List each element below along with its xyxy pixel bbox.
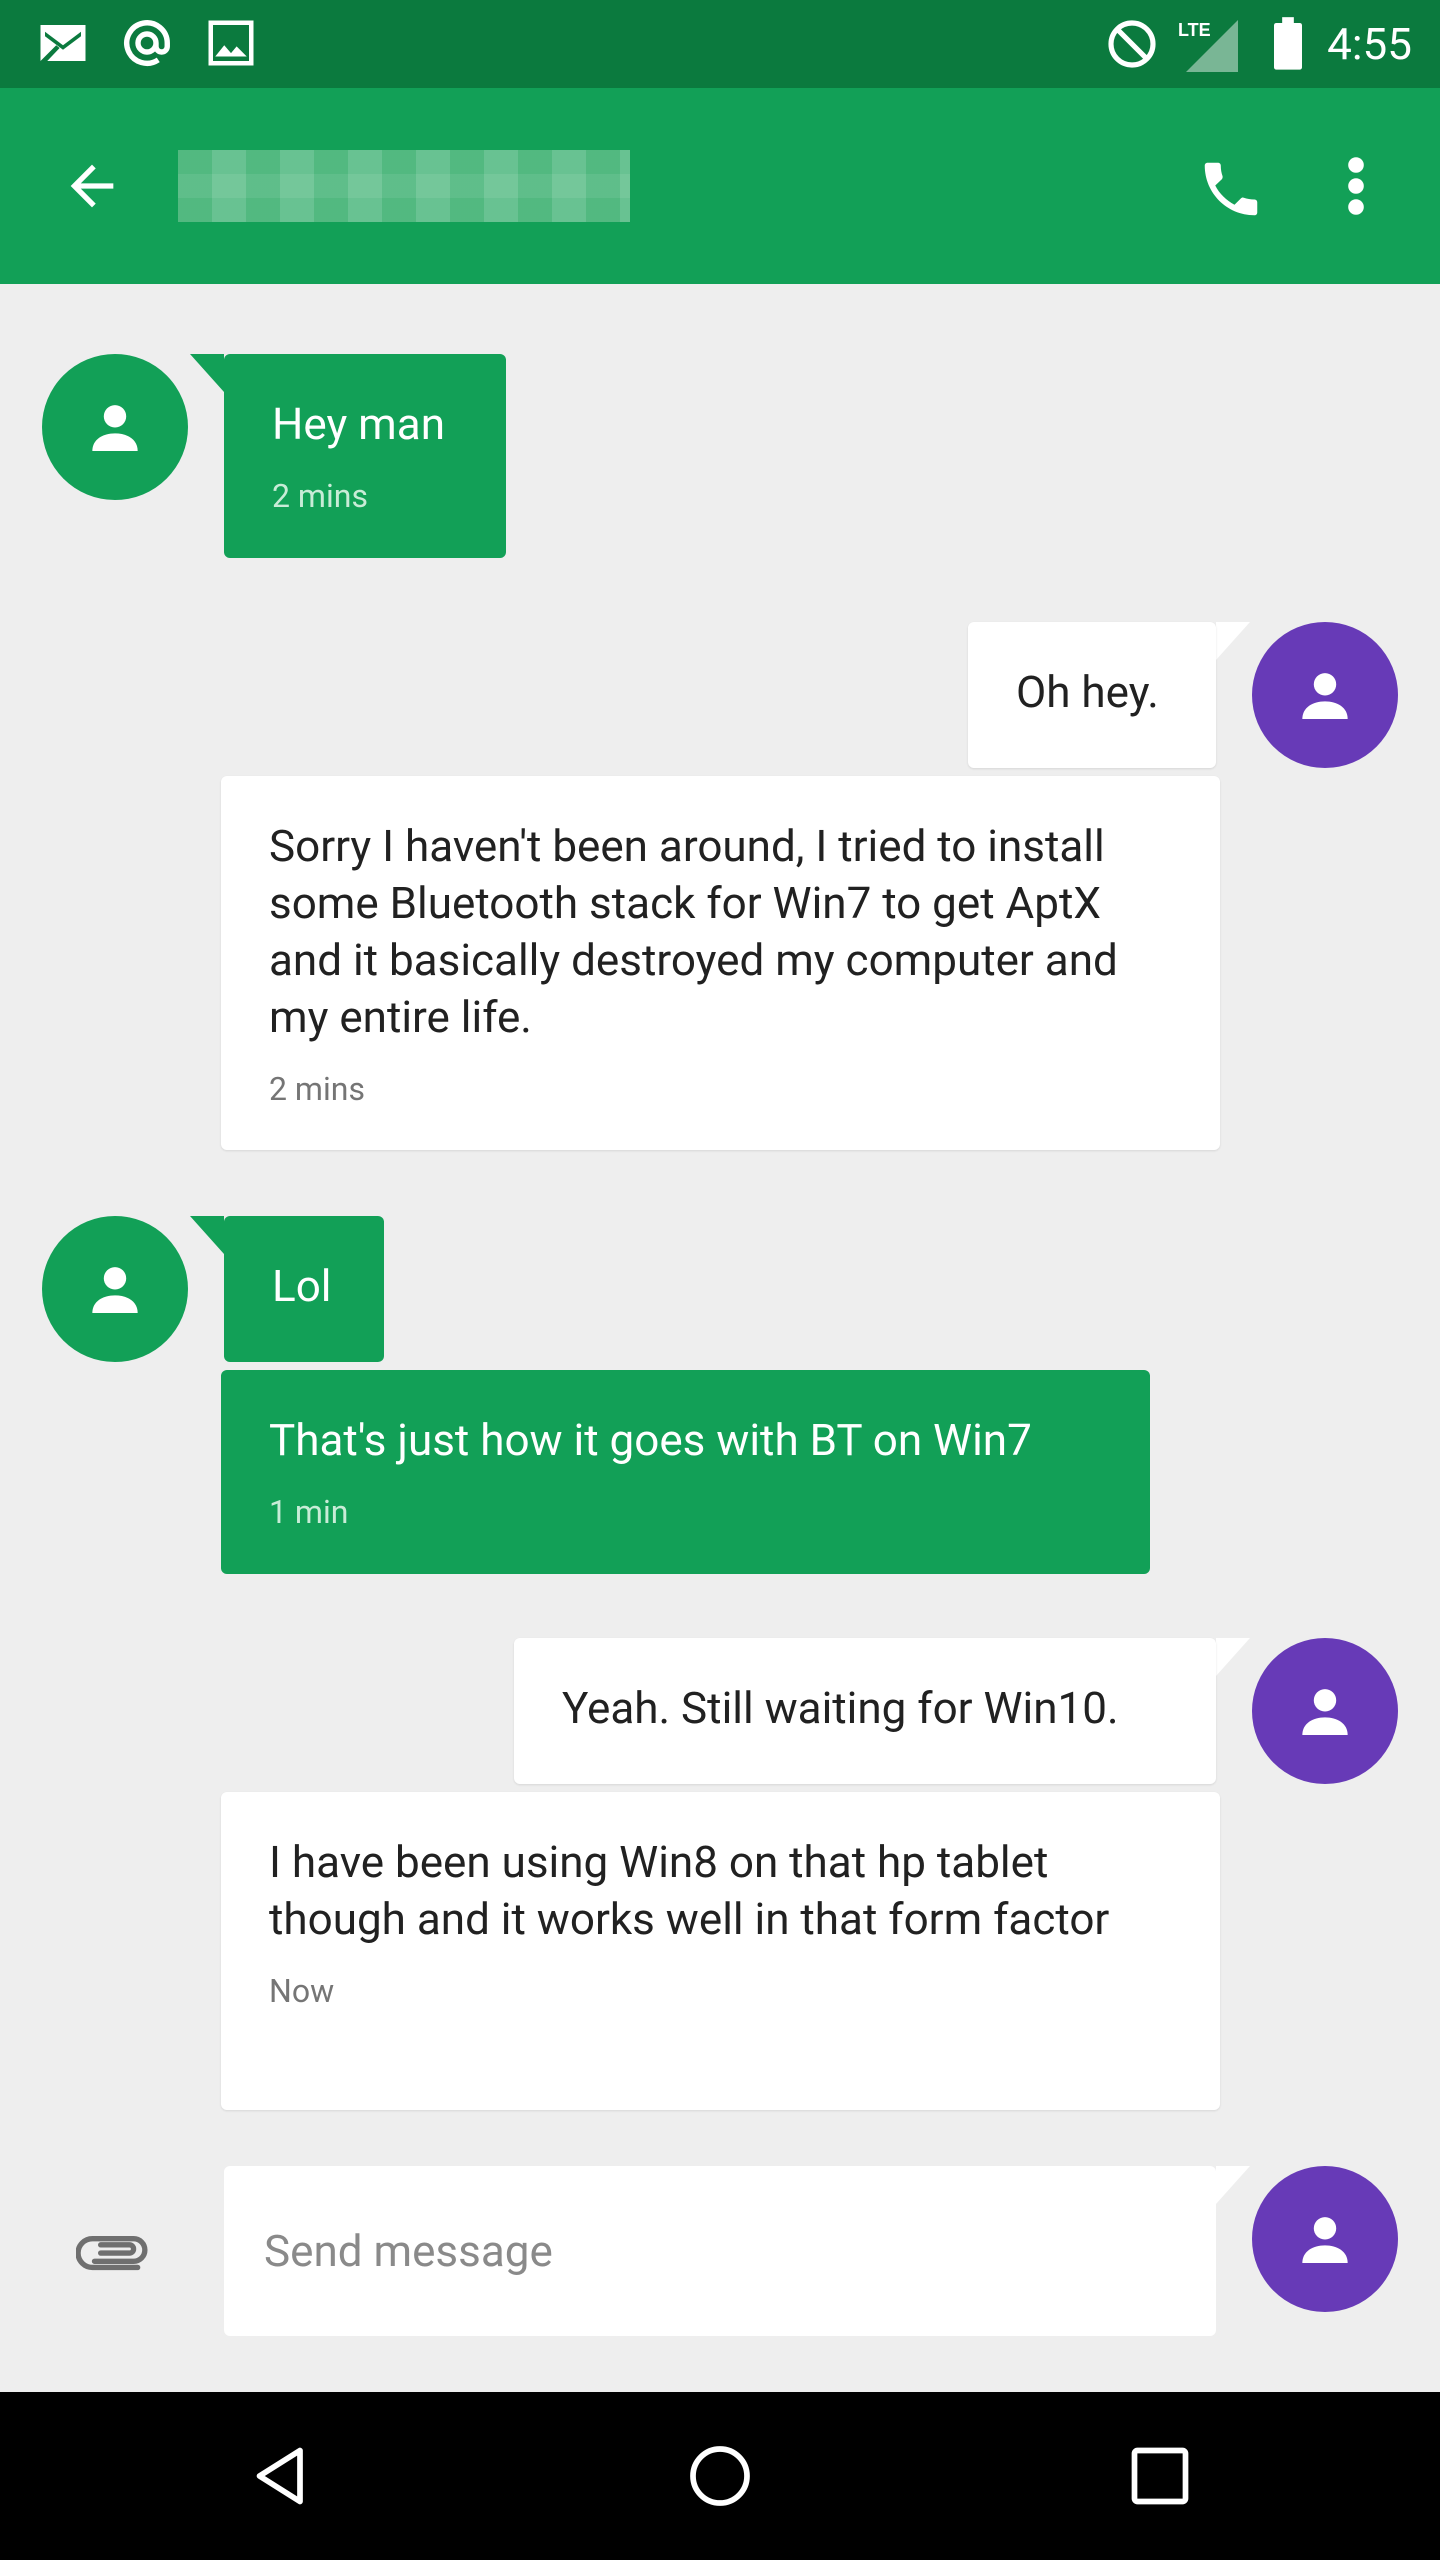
message-timestamp: 2 mins <box>269 1070 365 1108</box>
bubble-tail <box>190 1216 224 1254</box>
at-sign-icon <box>120 16 174 74</box>
signal-icon: LTE <box>1178 16 1242 76</box>
message-text: Yeah. Still waiting for Win10. <box>562 1682 1119 1734</box>
attach-icon[interactable] <box>75 2226 150 2280</box>
message-bubble-incoming[interactable]: That's just how it goes with BT on Win7 … <box>221 1370 1150 1574</box>
status-clock: 4:55 <box>1327 18 1412 70</box>
message-bubble-outgoing[interactable]: I have been using Win8 on that hp tablet… <box>221 1792 1220 2110</box>
app-bar <box>0 88 1440 284</box>
self-avatar <box>1252 2166 1398 2312</box>
contact-avatar[interactable] <box>42 1216 188 1362</box>
recents-nav-icon[interactable] <box>1124 2440 1196 2516</box>
bubble-tail <box>190 354 224 392</box>
person-icon <box>92 1267 138 1313</box>
gmail-icon <box>36 16 90 74</box>
message-text: Oh hey. <box>1016 666 1159 718</box>
do-not-disturb-icon <box>1104 16 1160 76</box>
contact-name-redacted <box>178 150 630 222</box>
message-bubble-outgoing[interactable]: Oh hey. <box>968 622 1216 768</box>
person-icon <box>1302 673 1348 719</box>
person-icon <box>92 405 138 451</box>
person-icon <box>1302 1689 1348 1735</box>
bubble-tail <box>1216 2166 1250 2204</box>
navigation-bar <box>0 2392 1440 2560</box>
person-icon <box>1302 2217 1348 2263</box>
self-avatar <box>1252 1638 1398 1784</box>
message-bubble-outgoing[interactable]: Sorry I haven't been around, I tried to … <box>221 776 1220 1150</box>
back-arrow-icon[interactable] <box>60 154 124 222</box>
home-nav-icon[interactable] <box>684 2440 756 2516</box>
message-bubble-incoming[interactable]: Lol <box>224 1216 384 1362</box>
message-text: I have been using Win8 on that hp tablet… <box>269 1836 1110 1945</box>
message-timestamp: Now <box>269 1972 335 2010</box>
contact-avatar[interactable] <box>42 354 188 500</box>
status-bar: LTE 4:55 <box>0 0 1440 88</box>
more-vert-icon[interactable] <box>1338 150 1374 226</box>
message-text: Sorry I haven't been around, I tried to … <box>269 820 1118 1043</box>
message-timestamp: 2 mins <box>272 477 368 515</box>
network-type-label: LTE <box>1178 20 1211 40</box>
send-message-input[interactable] <box>224 2166 1216 2336</box>
phone-icon[interactable] <box>1196 154 1266 228</box>
message-text: Lol <box>272 1260 332 1312</box>
message-text: That's just how it goes with BT on Win7 <box>269 1414 1032 1466</box>
back-nav-icon[interactable] <box>246 2440 318 2516</box>
bubble-tail <box>1216 622 1250 660</box>
message-text: Hey man <box>272 398 445 450</box>
bubble-tail <box>1216 1638 1250 1676</box>
message-bubble-outgoing[interactable]: Yeah. Still waiting for Win10. <box>514 1638 1216 1784</box>
self-avatar <box>1252 622 1398 768</box>
message-timestamp: 1 min <box>269 1493 349 1531</box>
image-icon <box>204 16 258 74</box>
message-bubble-incoming[interactable]: Hey man 2 mins <box>224 354 506 558</box>
battery-icon <box>1268 16 1308 76</box>
